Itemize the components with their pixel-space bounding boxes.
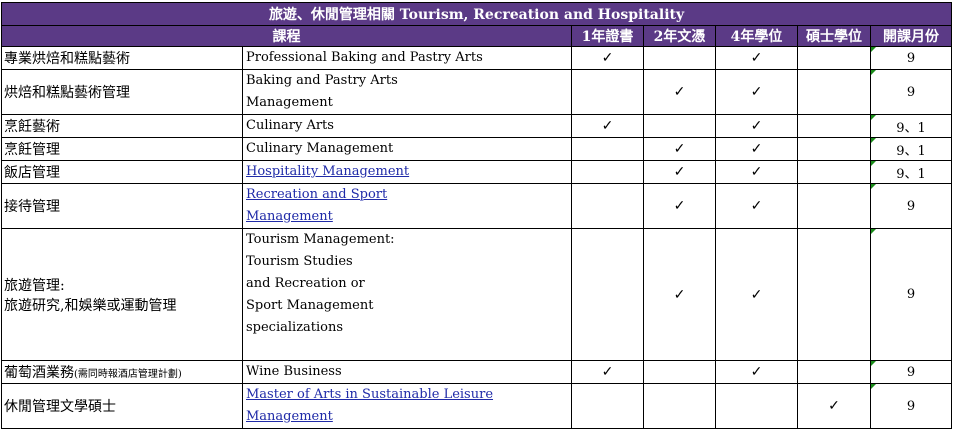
course-name-en: Tourism Management: Tourism Studies and Re… — [242, 228, 572, 361]
intake-month: 9 — [869, 46, 953, 70]
course-name-en: Culinary Management — [242, 137, 572, 161]
certificate-check — [571, 228, 644, 361]
certificate-check — [571, 137, 644, 161]
header-course: 課程 — [1, 25, 572, 47]
table-row: 烹飪藝術 Culinary Arts ✓ ✓ 9、1 — [1, 114, 953, 138]
header-master: 碩士學位 — [797, 25, 871, 47]
comment-marker-icon — [871, 184, 876, 189]
certificate-check — [571, 383, 644, 429]
course-name-zh: 旅遊管理: 旅遊研究,和娛樂或運動管理 — [1, 228, 243, 361]
course-name-en: Baking and Pastry Arts Management — [242, 69, 572, 115]
course-link[interactable]: Master of Arts in Sustainable Leisure Ma… — [242, 383, 572, 429]
bachelor-check: ✓ — [715, 69, 798, 115]
bachelor-check: ✓ — [715, 228, 798, 361]
master-check — [797, 69, 871, 115]
course-link[interactable]: Recreation and Sport Management — [242, 183, 572, 229]
bachelor-check: ✓ — [715, 114, 798, 138]
diploma-check: ✓ — [643, 69, 716, 115]
course-name-zh: 烹飪管理 — [1, 137, 243, 161]
master-check — [797, 183, 871, 229]
table-row: 烹飪管理 Culinary Management ✓ ✓ 9、1 — [1, 137, 953, 161]
diploma-check — [643, 383, 716, 429]
intake-month: 9 — [869, 383, 953, 429]
intake-month: 9 — [869, 183, 953, 229]
certificate-check — [571, 160, 644, 184]
intake-month: 9、1 — [869, 160, 953, 184]
table-row: 旅遊管理: 旅遊研究,和娛樂或運動管理 Tourism Management: To… — [1, 228, 953, 361]
certificate-check: ✓ — [571, 114, 644, 138]
master-check — [797, 228, 871, 361]
master-check — [797, 46, 871, 70]
course-name-en: Culinary Arts — [242, 114, 572, 138]
comment-marker-icon — [871, 361, 876, 366]
master-check — [797, 114, 871, 138]
course-name-zh: 接待管理 — [1, 183, 243, 229]
course-link[interactable]: Hospitality Management — [242, 160, 572, 184]
bachelor-check: ✓ — [715, 46, 798, 70]
program-table: 旅遊、休閒管理相關 Tourism, Recreation and Hospit… — [0, 2, 953, 429]
intake-month: 9 — [869, 360, 953, 384]
comment-marker-icon — [871, 70, 876, 75]
intake-month: 9、1 — [869, 114, 953, 138]
table-row: 烘焙和糕點藝術管理 Baking and Pastry Arts Manageme… — [1, 69, 953, 115]
comment-marker-icon — [871, 47, 876, 52]
intake-month: 9 — [869, 69, 953, 115]
certificate-check — [571, 183, 644, 229]
diploma-check: ✓ — [643, 183, 716, 229]
table-title: 旅遊、休閒管理相關 Tourism, Recreation and Hospit… — [0, 2, 953, 26]
bachelor-check — [715, 383, 798, 429]
certificate-check — [571, 69, 644, 115]
comment-marker-icon — [871, 161, 876, 166]
course-name-zh: 休閒管理文學碩士 — [1, 383, 243, 429]
comment-marker-icon — [871, 229, 876, 234]
course-note: (需同時報酒店管理計劃) — [74, 369, 182, 380]
intake-month: 9、1 — [869, 137, 953, 161]
course-name-en: Wine Business — [242, 360, 572, 384]
table-row: 葡萄酒業務(需同時報酒店管理計劃) Wine Business ✓ ✓ 9 — [1, 360, 953, 384]
comment-marker-icon — [871, 115, 876, 120]
diploma-check: ✓ — [643, 160, 716, 184]
master-check: ✓ — [797, 383, 871, 429]
certificate-check: ✓ — [571, 46, 644, 70]
intake-month: 9 — [869, 228, 953, 361]
bachelor-check: ✓ — [715, 160, 798, 184]
table-row: 接待管理 Recreation and Sport Management ✓ ✓ … — [1, 183, 953, 229]
diploma-check — [643, 360, 716, 384]
master-check — [797, 137, 871, 161]
header-bachelor: 4年學位 — [715, 25, 798, 47]
header-certificate: 1年證書 — [571, 25, 644, 47]
master-check — [797, 360, 871, 384]
course-name-en: Professional Baking and Pastry Arts — [242, 46, 572, 70]
course-name-zh: 烹飪藝術 — [1, 114, 243, 138]
table-row: 飯店管理 Hospitality Management ✓ ✓ 9、1 — [1, 160, 953, 184]
bachelor-check: ✓ — [715, 183, 798, 229]
diploma-check: ✓ — [643, 228, 716, 361]
table-row: 休閒管理文學碩士 Master of Arts in Sustainable L… — [1, 383, 953, 429]
master-check — [797, 160, 871, 184]
course-name-zh: 葡萄酒業務(需同時報酒店管理計劃) — [1, 360, 243, 384]
header-diploma: 2年文憑 — [643, 25, 716, 47]
diploma-check: ✓ — [643, 137, 716, 161]
certificate-check: ✓ — [571, 360, 644, 384]
header-intake-month: 開課月份 — [869, 25, 953, 47]
comment-marker-icon — [871, 138, 876, 143]
course-name-zh: 飯店管理 — [1, 160, 243, 184]
table-row: 專業烘焙和糕點藝術 Professional Baking and Pastry… — [1, 46, 953, 70]
course-name-zh: 烘焙和糕點藝術管理 — [1, 69, 243, 115]
comment-marker-icon — [871, 384, 876, 389]
bachelor-check: ✓ — [715, 137, 798, 161]
diploma-check — [643, 46, 716, 70]
diploma-check — [643, 114, 716, 138]
bachelor-check: ✓ — [715, 360, 798, 384]
course-name-zh: 專業烘焙和糕點藝術 — [1, 46, 243, 70]
